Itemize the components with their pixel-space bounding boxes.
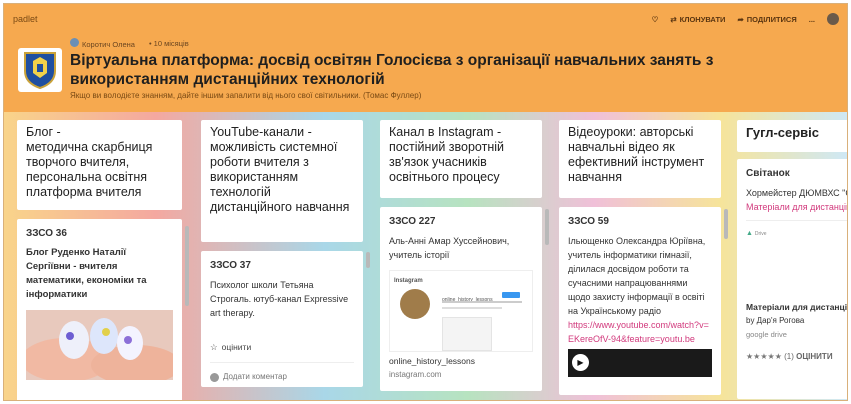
follow-button[interactable] bbox=[502, 292, 520, 298]
share-button[interactable]: ➦ ПОДІЛИТИСЯ bbox=[737, 15, 796, 24]
materials-link[interactable]: Матеріали для дистанційного навчання. bbox=[746, 200, 847, 214]
author-row: Коротич Олена • 10 місяців bbox=[70, 38, 189, 49]
post-time: • 10 місяців bbox=[148, 39, 189, 48]
link-domain: instagram.com bbox=[389, 370, 442, 379]
post-title: ЗЗСО 59 bbox=[568, 216, 609, 227]
clone-label: КЛОНУВАТИ bbox=[679, 14, 726, 24]
post-body: Психолог школи Тетьяна Строгаль. ютуб-ка… bbox=[210, 280, 349, 318]
easter-eggs-image bbox=[26, 310, 173, 380]
commenter-avatar bbox=[210, 372, 219, 382]
instagram-preview[interactable]: Instagram online_history_lessons bbox=[389, 270, 533, 352]
author-avatar bbox=[70, 38, 79, 47]
clone-button[interactable]: ⇄ КЛОНУВАТИ bbox=[670, 15, 725, 24]
profile-bio bbox=[442, 307, 502, 309]
comment-placeholder: Додати коментар bbox=[223, 372, 287, 381]
column-youtube: YouTube-канали - можливість системної ро… bbox=[201, 120, 363, 387]
play-icon[interactable]: ▶ bbox=[572, 354, 589, 371]
drive-title: Матеріали для дистанційного навчання bbox=[746, 302, 848, 312]
star-icon: ☆ bbox=[210, 342, 218, 352]
padlet-board: padlet ♡ ⇄ КЛОНУВАТИ ➦ ПОДІЛИТИСЯ ... Коро… bbox=[3, 3, 848, 401]
top-bar: padlet ♡ ⇄ КЛОНУВАТИ ➦ ПОДІЛИТИСЯ ... bbox=[4, 4, 847, 34]
share-label: ПОДІЛИТИСЯ bbox=[746, 14, 797, 24]
drive-source: google drive bbox=[746, 330, 787, 339]
post-body: Блог Руденко Наталії Сергіївни - вчителя… bbox=[26, 247, 147, 300]
rate-label: оцінити bbox=[221, 342, 252, 352]
add-comment-input[interactable]: Додати коментар bbox=[210, 362, 354, 384]
google-drive-icon: ▲ Drive bbox=[746, 230, 767, 237]
rate-button[interactable]: ОЦІНИТИ bbox=[796, 352, 832, 361]
post-title: ЗЗСО 37 bbox=[210, 260, 251, 271]
link-title: online_history_lessons bbox=[389, 356, 475, 366]
video-player[interactable]: ▶ bbox=[568, 349, 712, 377]
school-emblem-icon bbox=[18, 48, 62, 92]
post-card[interactable]: ЗЗСО 37 Психолог школи Тетьяна Строгаль.… bbox=[201, 251, 363, 387]
column-scrollbar[interactable] bbox=[366, 252, 370, 268]
post-title: Світанок bbox=[746, 168, 790, 179]
column-title: Канал в Instagram - постійний зворотній … bbox=[380, 120, 542, 198]
post-title: ЗЗСО 36 bbox=[26, 228, 67, 239]
board-title: Віртуальна платформа: досвід освітян Гол… bbox=[70, 52, 714, 88]
board-header: padlet ♡ ⇄ КЛОНУВАТИ ➦ ПОДІЛИТИСЯ ... Коро… bbox=[4, 4, 847, 112]
post-body: Ільющенко Олександра Юріївна, учитель ін… bbox=[568, 236, 706, 316]
post-card[interactable]: ЗЗСО 59 Ільющенко Олександра Юріївна, уч… bbox=[559, 207, 721, 395]
post-title: ЗЗСО 227 bbox=[389, 216, 436, 227]
clone-icon: ⇄ bbox=[670, 14, 677, 24]
brand-logo[interactable]: padlet bbox=[13, 14, 38, 24]
header-actions: ♡ ⇄ КЛОНУВАТИ ➦ ПОДІЛИТИСЯ ... bbox=[652, 13, 839, 25]
drive-preview[interactable]: ▲ Drive bbox=[746, 220, 847, 300]
column-scrollbar[interactable] bbox=[724, 209, 728, 239]
profile-stats bbox=[442, 301, 522, 303]
user-avatar[interactable] bbox=[827, 13, 839, 25]
post-body: Аль-Анні Амар Хуссейнович, учитель істор… bbox=[389, 236, 510, 260]
post-body: Хормейстер ДЮМВХС "Світанок" Дар'я Рогов… bbox=[746, 188, 847, 198]
rating-stars-icon[interactable]: ★★★★★ bbox=[746, 352, 782, 361]
column-google: Гугл-сервіс Світанок Хормейстер ДЮМВХС "… bbox=[737, 120, 848, 399]
column-scrollbar[interactable] bbox=[545, 209, 549, 245]
post-card[interactable]: Світанок Хормейстер ДЮМВХС "Світанок" Да… bbox=[737, 159, 848, 399]
column-title: YouTube-канали - можливість системної ро… bbox=[201, 120, 363, 242]
rate-button[interactable]: ☆ оцінити bbox=[210, 332, 354, 354]
more-button[interactable]: ... bbox=[809, 15, 815, 24]
author-name: Коротич Олена bbox=[82, 40, 135, 49]
rating-row[interactable]: ★★★★★ (1) ОЦІНИТИ bbox=[746, 350, 847, 364]
column-title: Відеоуроки: авторські навчальні відео як… bbox=[559, 120, 721, 198]
like-button[interactable]: ♡ bbox=[652, 15, 659, 24]
column-video-lessons: Відеоуроки: авторські навчальні відео як… bbox=[559, 120, 721, 395]
instagram-logo-icon: Instagram bbox=[394, 278, 423, 284]
rating-count: (1) bbox=[784, 352, 794, 361]
column-blog: Блог - методична скарбниця творчого вчит… bbox=[17, 120, 182, 400]
profile-avatar bbox=[400, 289, 430, 319]
column-scrollbar[interactable] bbox=[185, 226, 189, 306]
column-instagram: Канал в Instagram - постійний зворотній … bbox=[380, 120, 542, 391]
share-icon: ➦ bbox=[737, 14, 744, 24]
column-title: Гугл-сервіс bbox=[737, 120, 847, 152]
post-thumbnail bbox=[442, 317, 492, 351]
profile-username: online_history_lessons bbox=[442, 297, 493, 303]
board-subtitle: Якщо ви володієте знанням, дайте іншим з… bbox=[70, 91, 422, 100]
drive-author: by Дар'я Рогова bbox=[746, 316, 805, 325]
youtube-link[interactable]: https://www.youtube.com/watch?v=EKereOfV… bbox=[568, 318, 712, 346]
column-title: Блог - методична скарбниця творчого вчит… bbox=[17, 120, 182, 210]
post-card[interactable]: ЗЗСО 36 Блог Руденко Наталії Сергіївни -… bbox=[17, 219, 182, 400]
heart-icon: ♡ bbox=[651, 14, 659, 24]
post-card[interactable]: ЗЗСО 227 Аль-Анні Амар Хуссейнович, учит… bbox=[380, 207, 542, 391]
